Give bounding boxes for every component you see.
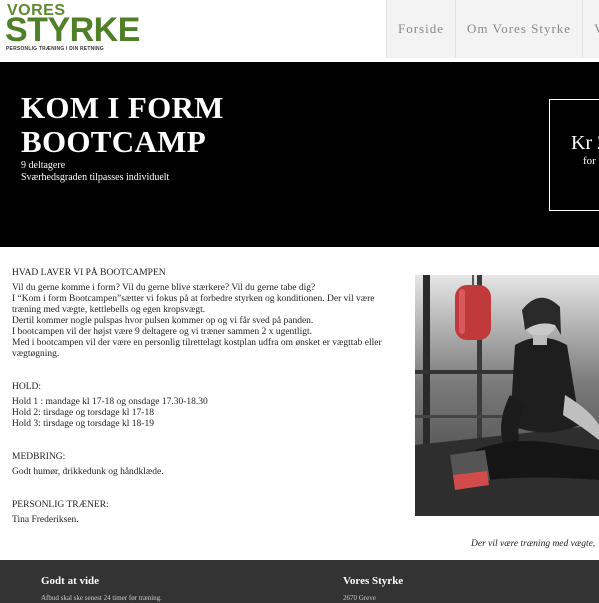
footer-address: 2670 Greve [343, 594, 376, 602]
hero-subtitle: 9 deltagere Sværhedsgraden tilpasses ind… [21, 160, 169, 184]
intro-line-3: Dertil kommer nogle pulspas hvor pulsen … [12, 316, 314, 326]
footer-info-text: Afbud skal ske senest 24 timer før træni… [41, 594, 162, 602]
hero-banner: KOM I FORM BOOTCAMP 9 deltagere Sværheds… [0, 62, 599, 247]
nav-item-om-vores-styrke[interactable]: Om Vores Styrke [456, 0, 584, 58]
section-heading-trainer: PERSONLIG TRÆNER: [12, 500, 109, 510]
hold-item-2: Hold 2: tirsdage og torsdage kl 17-18 [12, 408, 154, 418]
price-amount: Kr 2 [571, 132, 599, 154]
intro-line-2: I “Kom i form Bootcampen”sætter vi fokus… [12, 294, 375, 315]
page-title-line1: KOM I FORM [21, 90, 224, 125]
training-photo [415, 275, 599, 516]
intro-line-4: I bootcampen vil der højst være 9 deltag… [12, 327, 312, 337]
page-title: KOM I FORM BOOTCAMP [21, 91, 224, 159]
price-period: for [583, 155, 596, 167]
intro-line-1: Vil du gerne komme i form? Vil du gerne … [12, 283, 316, 293]
intro-line-5: Med i bootcampen vil der være en personl… [12, 338, 382, 359]
site-logo[interactable]: VORES STYRKE PERSONLIG TRÆNING I DIN RET… [5, 2, 140, 58]
trainer-name: Tina Frederiksen. [12, 515, 79, 525]
page-title-line2: BOOTCAMP [21, 124, 206, 159]
training-photo-image [415, 275, 599, 516]
nav-item-truncated[interactable]: V [583, 0, 599, 58]
medbring-text: Godt humør, drikkedunk og håndklæde. [12, 467, 164, 477]
section-heading-hold: HOLD: [12, 382, 42, 392]
price-box: Kr 2 for [549, 99, 599, 211]
section-heading-medbring: MEDBRING: [12, 452, 66, 462]
main-content: HVAD LAVER VI PÅ BOOTCAMPEN Vil du gerne… [12, 268, 402, 526]
logo-main-text: STYRKE [5, 11, 140, 49]
photo-caption: Der vil være træning med vægte, [471, 539, 596, 549]
section-heading-bootcamp: HVAD LAVER VI PÅ BOOTCAMPEN [12, 268, 166, 278]
site-header: VORES STYRKE PERSONLIG TRÆNING I DIN RET… [0, 0, 599, 62]
footer-heading-info: Godt at vide [41, 575, 100, 587]
hold-item-3: Hold 3: tirsdage og torsdage kl 18-19 [12, 419, 154, 429]
difficulty-text: Sværhedsgraden tilpasses individuelt [21, 172, 170, 183]
hold-item-1: Hold 1 : mandage kl 17-18 og onsdage 17.… [12, 397, 208, 407]
participants-text: 9 deltagere [21, 160, 66, 171]
main-nav: Forside Om Vores Styrke V [386, 0, 599, 58]
nav-item-forside[interactable]: Forside [387, 0, 456, 58]
site-footer: Godt at vide Afbud skal ske senest 24 ti… [0, 560, 599, 603]
footer-heading-company: Vores Styrke [343, 575, 404, 587]
logo-tagline: PERSONLIG TRÆNING I DIN RETNING [6, 46, 104, 52]
